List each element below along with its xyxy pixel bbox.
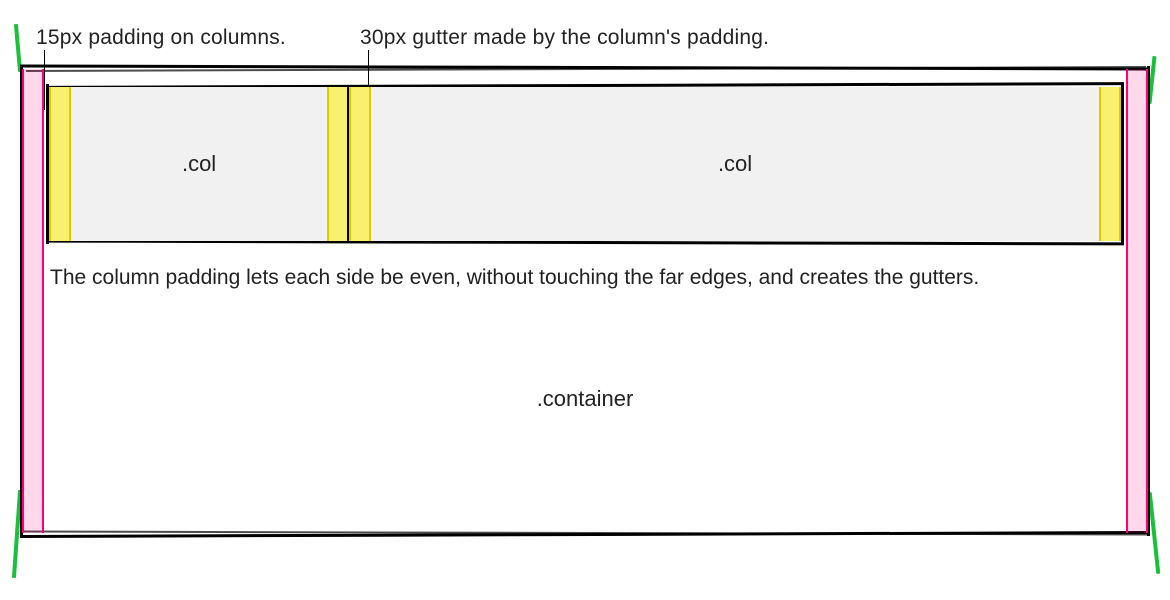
row-border-right <box>1121 84 1124 244</box>
container-padding-strip-right <box>1126 69 1148 533</box>
container-box: .col .col The column padding lets each s… <box>20 66 1150 536</box>
column-padding-strip <box>1099 87 1121 241</box>
column-label: .col <box>718 151 752 177</box>
row-box: .col .col <box>46 84 1124 244</box>
column-1: .col <box>49 87 349 241</box>
explanation-text: The column padding lets each side be eve… <box>50 266 1140 290</box>
column-padding-strip <box>49 87 71 241</box>
column-padding-strip <box>327 87 349 241</box>
column-padding-strip <box>349 87 371 241</box>
diagram-stage: 15px padding on columns. 30px gutter mad… <box>0 0 1170 600</box>
container-padding-strip-left <box>22 69 44 533</box>
annotation-column-padding: 15px padding on columns. <box>36 26 286 50</box>
container-label: .container <box>20 386 1150 412</box>
column-2: .col <box>349 87 1121 241</box>
annotation-gutter: 30px gutter made by the column's padding… <box>360 26 769 50</box>
column-label: .col <box>182 151 216 177</box>
columns-wrapper: .col .col <box>49 87 1121 241</box>
